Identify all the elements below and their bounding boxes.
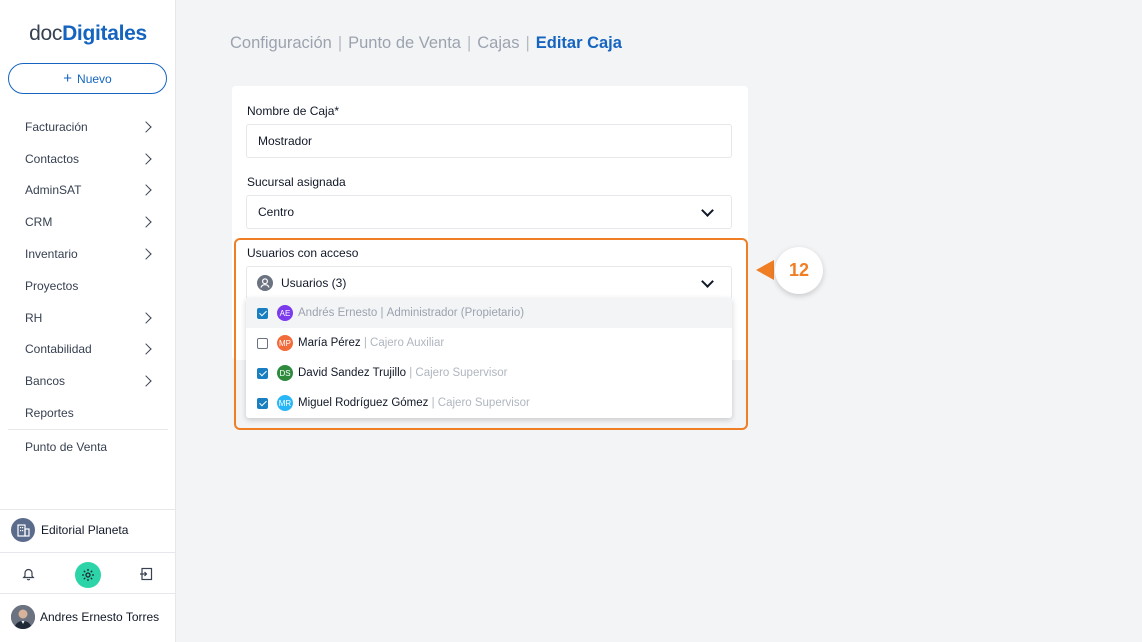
sidebar-item-rh[interactable]: RH bbox=[0, 302, 176, 334]
sidebar-item-label: Contabilidad bbox=[25, 342, 92, 357]
chevron-right-icon bbox=[140, 216, 152, 228]
sidebar-item-contactos[interactable]: Contactos bbox=[0, 143, 176, 175]
breadcrumb-current: Editar Caja bbox=[535, 34, 622, 52]
user-profile[interactable]: Andres Ernesto Torres bbox=[11, 605, 159, 629]
sidebar-item-inventario[interactable]: Inventario bbox=[0, 238, 176, 270]
branch-select-value: Centro bbox=[258, 205, 295, 219]
step-number: 12 bbox=[788, 260, 810, 280]
bell-icon[interactable] bbox=[22, 567, 35, 586]
sidebar-item-proyectos[interactable]: Proyectos bbox=[0, 270, 176, 302]
avatar bbox=[11, 605, 35, 629]
brand-logo[interactable]: docDigitales bbox=[0, 22, 176, 46]
chevron-right-icon bbox=[140, 153, 152, 165]
sidebar-item-label: Facturación bbox=[25, 119, 88, 134]
sidebar-item-reportes[interactable]: Reportes bbox=[0, 397, 176, 429]
branch-label: Sucursal asignada bbox=[247, 175, 346, 189]
sidebar-item-label: Inventario bbox=[25, 247, 78, 262]
gear-icon bbox=[82, 569, 94, 581]
chevron-right-icon bbox=[140, 121, 152, 133]
sidebar-item-label: CRM bbox=[25, 215, 53, 230]
breadcrumb-separator: | bbox=[337, 34, 343, 52]
branch-select[interactable]: Centro bbox=[246, 195, 732, 229]
chevron-right-icon bbox=[140, 248, 152, 260]
sidebar-actions bbox=[0, 561, 176, 589]
divider bbox=[0, 552, 176, 553]
settings-button[interactable] bbox=[75, 562, 101, 588]
tutorial-highlight bbox=[234, 238, 748, 430]
name-label: Nombre de Caja* bbox=[247, 104, 340, 118]
chevron-right-icon bbox=[140, 343, 152, 356]
user-name: Andres Ernesto Torres bbox=[40, 610, 160, 624]
sidebar-item-label: AdminSAT bbox=[25, 183, 82, 198]
company-selector[interactable]: Editorial Planeta bbox=[11, 518, 128, 542]
sidebar-item-bancos[interactable]: Bancos bbox=[0, 365, 176, 397]
chevron-right-icon bbox=[140, 375, 152, 387]
name-input-value: Mostrador bbox=[258, 134, 313, 148]
company-name: Editorial Planeta bbox=[41, 523, 129, 537]
sidebar-item-adminsat[interactable]: AdminSAT bbox=[0, 175, 176, 207]
breadcrumb: Configuración | Punto de Venta | Cajas | Edita… bbox=[230, 34, 622, 53]
breadcrumb-separator: | bbox=[466, 34, 472, 52]
sidebar-item-label: RH bbox=[25, 310, 43, 325]
sidebar-item-punto-de-venta[interactable]: Punto de Venta bbox=[0, 430, 176, 464]
breadcrumb-item-cajas[interactable]: Cajas bbox=[477, 34, 519, 52]
sidebar-nav: Facturación Contactos AdminSAT CRM Inven… bbox=[0, 111, 176, 464]
chevron-right-icon bbox=[140, 184, 152, 197]
chevron-down-icon bbox=[701, 204, 714, 217]
sidebar-item-facturacion[interactable]: Facturación bbox=[0, 111, 176, 143]
breadcrumb-separator: | bbox=[525, 34, 530, 52]
sidebar-item-label: Contactos bbox=[25, 151, 80, 166]
plus-icon: + bbox=[63, 70, 73, 87]
divider bbox=[0, 593, 176, 594]
callout-arrow-icon bbox=[756, 260, 774, 280]
divider bbox=[0, 509, 176, 510]
sidebar-item-contabilidad[interactable]: Contabilidad bbox=[0, 334, 176, 366]
chevron-right-icon bbox=[140, 312, 152, 324]
sidebar-item-label: Punto de Venta bbox=[25, 439, 108, 454]
new-button[interactable]: + Nuevo bbox=[8, 63, 167, 94]
new-button-label: Nuevo bbox=[77, 71, 112, 86]
sidebar-item-label: Proyectos bbox=[25, 278, 79, 293]
sidebar: docDigitales + Nuevo Facturación Contact… bbox=[0, 0, 176, 642]
logout-icon[interactable] bbox=[139, 567, 153, 586]
sidebar-item-crm[interactable]: CRM bbox=[0, 206, 176, 238]
name-input[interactable]: Mostrador bbox=[246, 124, 732, 158]
building-icon bbox=[11, 518, 35, 542]
step-callout: 12 bbox=[775, 247, 823, 294]
breadcrumb-item-punto-de-venta[interactable]: Punto de Venta bbox=[348, 34, 461, 52]
breadcrumb-item-configuracion[interactable]: Configuración bbox=[230, 34, 332, 52]
sidebar-item-label: Reportes bbox=[25, 406, 74, 421]
sidebar-item-label: Bancos bbox=[25, 374, 66, 389]
